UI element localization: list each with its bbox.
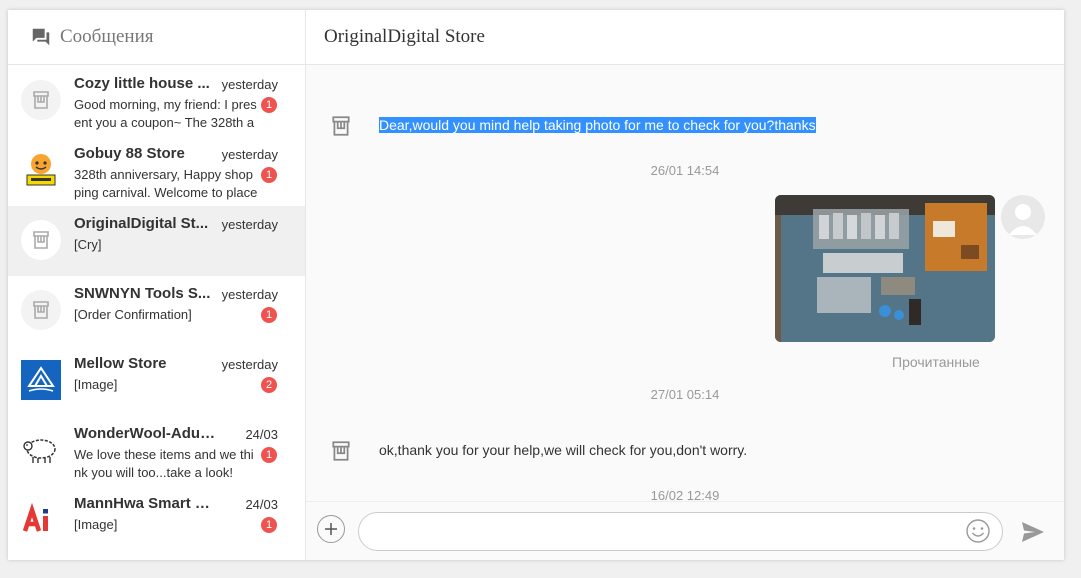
read-status: Прочитанные [892, 354, 980, 370]
chat-bubbles-icon [32, 28, 50, 46]
incoming-message: Dear,would you mind help taking photo fo… [379, 117, 816, 133]
conversation-name: Mellow Store [74, 355, 167, 372]
conversation-item[interactable]: Gobuy 88 Store yesterday 328th anniversa… [8, 136, 305, 206]
unread-badge: 1 [261, 447, 277, 463]
send-icon[interactable] [1020, 520, 1046, 544]
conversation-item[interactable]: MannHwa Smart Ho... 24/03 [Image] 1 [8, 486, 305, 556]
message-timestamp: 27/01 05:14 [650, 387, 720, 402]
add-attachment-button[interactable] [317, 515, 345, 543]
conversation-preview: [Image] [74, 517, 118, 532]
conversation-item[interactable]: Mellow Store yesterday [Image] 2 [8, 346, 305, 416]
conversation-time: yesterday [221, 77, 278, 92]
store-icon [21, 80, 61, 120]
chat-panel: OriginalDigital Store Dear,would you min… [306, 10, 1064, 560]
message-list[interactable]: Dear,would you mind help taking photo fo… [306, 66, 1064, 503]
conversation-item[interactable]: Cozy little house ... yesterday Good mor… [8, 66, 305, 136]
sheep-logo-icon [21, 430, 61, 470]
plus-icon [325, 523, 337, 535]
conversation-name: WonderWool-Adult ... [74, 425, 216, 442]
conversation-name: MannHwa Smart Ho... [74, 495, 216, 512]
chat-title: OriginalDigital Store [324, 26, 485, 47]
conversation-time: yesterday [221, 357, 278, 372]
conversation-preview: 328th anniversary, Happy shopping carniv… [74, 167, 258, 200]
sidebar-title: Сообщения [60, 26, 154, 47]
store-icon [332, 441, 350, 461]
conversation-name: SNWNYN Tools S... [74, 285, 211, 302]
conversation-preview: [Order Confirmation] [74, 307, 192, 322]
conversation-preview: [Image] [74, 377, 118, 392]
user-avatar [1001, 195, 1045, 239]
emoji-icon[interactable] [965, 518, 991, 544]
unread-badge: 1 [261, 97, 277, 113]
ai-logo-icon [21, 500, 61, 540]
conversation-preview: We love these items and we think you wil… [74, 447, 254, 480]
store-icon [332, 116, 350, 136]
sent-photo[interactable] [775, 195, 995, 342]
unread-badge: 2 [261, 377, 277, 393]
conversation-item-active[interactable]: OriginalDigital St... yesterday [Cry] [8, 206, 305, 276]
conversation-name: Cozy little house ... [74, 75, 210, 92]
unread-badge: 1 [261, 517, 277, 533]
conversation-time: yesterday [221, 217, 278, 232]
composer [306, 501, 1064, 560]
conversation-preview: [Cry] [74, 237, 102, 252]
conversation-sidebar: Сообщения Cozy little house ... yesterda… [8, 10, 306, 560]
unread-badge: 1 [261, 307, 277, 323]
conversation-preview: Good morning, my friend: I present you a… [74, 97, 257, 130]
welcome-mascot-icon [21, 150, 61, 190]
sidebar-header: Сообщения [8, 10, 305, 65]
conversation-item[interactable]: SNWNYN Tools S... yesterday [Order Confi… [8, 276, 305, 346]
conversation-item[interactable]: WonderWool-Adult ... 24/03 We love these… [8, 416, 305, 486]
conversation-time: 24/03 [245, 427, 278, 442]
message-timestamp: 26/01 14:54 [650, 163, 720, 178]
store-icon [21, 220, 61, 260]
store-icon [21, 290, 61, 330]
conversation-time: yesterday [221, 147, 278, 162]
chat-header: OriginalDigital Store [306, 10, 1064, 65]
message-input[interactable] [358, 512, 1003, 551]
messages-app: Сообщения Cozy little house ... yesterda… [8, 10, 1064, 560]
conversation-time: 24/03 [245, 497, 278, 512]
mellow-logo-icon [21, 360, 61, 400]
conversation-name: Gobuy 88 Store [74, 145, 185, 162]
conversation-time: yesterday [221, 287, 278, 302]
incoming-message: ok,thank you for your help,we will check… [379, 442, 748, 458]
unread-badge: 1 [261, 167, 277, 183]
conversation-name: OriginalDigital St... [74, 215, 209, 232]
